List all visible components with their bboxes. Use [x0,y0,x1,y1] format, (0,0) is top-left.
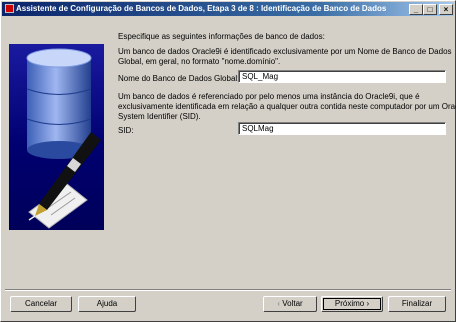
sid-label: SID: [118,126,134,135]
next-label: Próximo [334,299,365,308]
finish-button[interactable]: Finalizar [388,296,446,312]
instruction-text: Especifique as seguintes informações de … [118,32,325,41]
description-line: Um banco de dados Oracle9i é identificad… [118,47,452,56]
help-label: Ajuda [96,299,118,308]
minimize-icon: _ [413,5,419,14]
global-name-label: Nome do Banco de Dados Global: [118,74,240,83]
close-icon: × [443,5,449,14]
cancel-button[interactable]: Cancelar [10,296,72,312]
side-illustration [26,48,101,229]
description-line: System Identifier (SID). [118,112,201,121]
global-name-value: SQL_Mag [242,72,279,81]
wizard-window: Assistente de Configuração de Bancos de … [0,0,456,322]
close-button[interactable]: × [439,4,453,15]
footer-separator [5,289,451,291]
help-button[interactable]: Ajuda [78,296,136,312]
back-button[interactable]: ‹ Voltar [263,296,317,312]
next-button[interactable]: Próximo › [321,296,383,312]
description-line: exclusivamente identificada em relação a… [118,102,456,111]
maximize-button[interactable]: □ [423,4,437,15]
chevron-left-icon: ‹ [277,299,280,308]
back-label: Voltar [282,299,303,308]
chevron-right-icon: › [366,299,370,308]
maximize-icon: □ [427,5,433,14]
global-name-input[interactable]: SQL_Mag [238,70,446,83]
minimize-button[interactable]: _ [409,4,423,15]
cancel-label: Cancelar [24,299,57,308]
finish-label: Finalizar [401,299,433,308]
description-line: Um banco de dados é referenciado por pel… [118,92,420,101]
app-icon [5,4,14,13]
title-bar: Assistente de Configuração de Bancos de … [2,2,454,16]
description-line: Global, em geral, no formato "nome.domín… [118,57,281,66]
database-pen-icon [9,44,104,230]
window-title: Assistente de Configuração de Bancos de … [16,4,387,13]
sid-value: SQLMag [242,124,274,133]
sid-input[interactable]: SQLMag [238,122,446,135]
